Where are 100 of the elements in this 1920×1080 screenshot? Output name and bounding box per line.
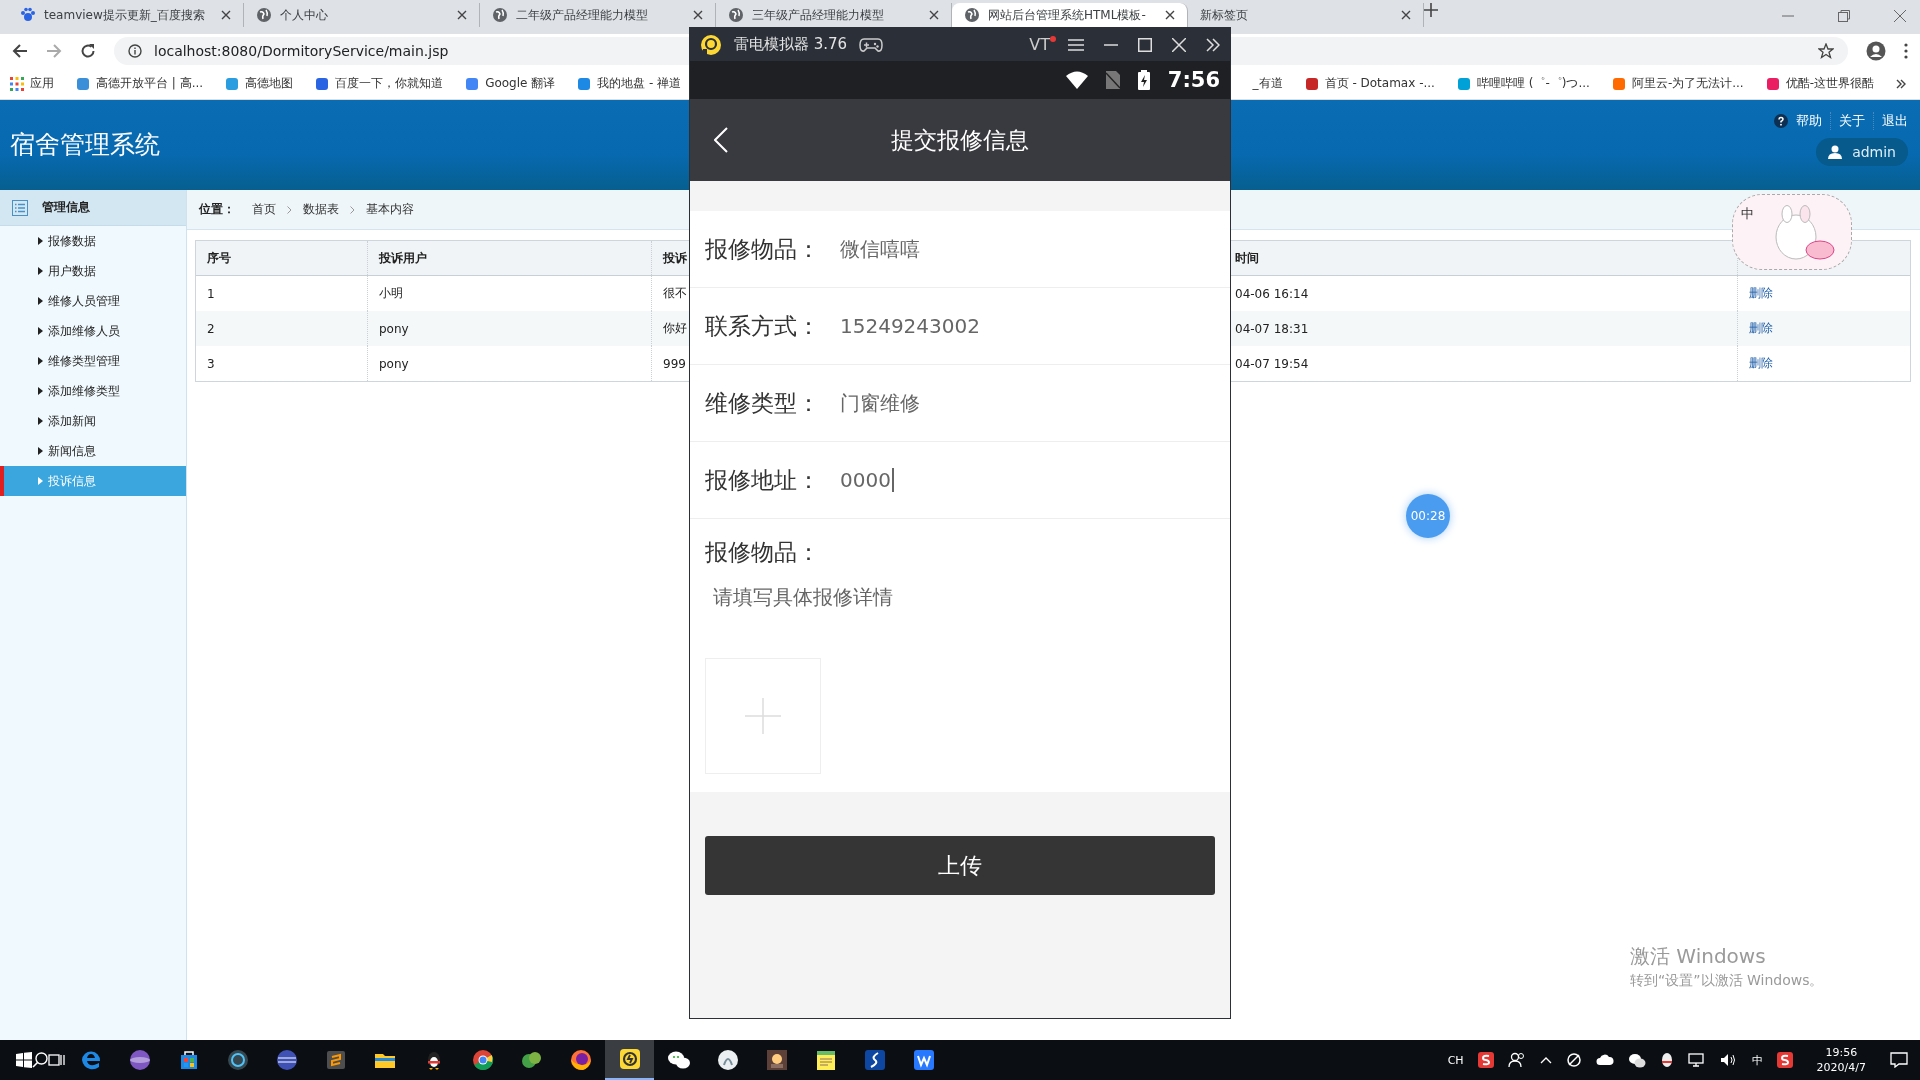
volume-icon[interactable]	[1719, 1052, 1738, 1068]
delete-link[interactable]: 删除	[1749, 355, 1773, 372]
bookmark-favicon-icon	[225, 76, 240, 91]
header-link[interactable]: 关于	[1839, 112, 1874, 130]
triangle-icon	[38, 267, 43, 275]
chrome-icon	[470, 1048, 495, 1072]
close-icon[interactable]	[1401, 10, 1411, 20]
sidebar-item[interactable]: 报修数据	[0, 226, 186, 256]
sidebar-item[interactable]: 添加维修人员	[0, 316, 186, 346]
bookmark[interactable]: 高德开放平台 | 高...	[76, 75, 204, 92]
browser-tab[interactable]: 个人中心	[244, 3, 480, 27]
input-field[interactable]: 0000	[840, 463, 1040, 497]
no-sim-icon	[1105, 71, 1120, 89]
bookmark-favicon-icon	[1304, 76, 1319, 91]
breadcrumb-link[interactable]: 数据表	[303, 201, 339, 218]
bookmark[interactable]: 高德地图	[225, 75, 294, 92]
gamepad-icon[interactable]	[859, 36, 884, 53]
sidebar-title: 管理信息	[42, 199, 90, 216]
close-icon[interactable]	[693, 10, 703, 20]
close-icon[interactable]	[457, 10, 467, 20]
back-chevron-icon[interactable]	[714, 127, 728, 153]
wifi-icon	[1065, 71, 1088, 89]
bookmark[interactable]: _有道	[1252, 75, 1283, 92]
bookmark[interactable]: 我的地盘 - 禅道	[577, 75, 682, 92]
bookmark[interactable]: 应用	[10, 75, 54, 92]
emulator-logo-icon	[700, 33, 722, 56]
delete-link[interactable]: 删除	[1749, 320, 1773, 337]
menu-icon[interactable]	[1904, 43, 1908, 59]
emulator-title: 雷电模拟器 3.76	[734, 35, 848, 54]
table-cell: 你好	[663, 320, 687, 337]
bookmark-favicon-icon	[1765, 76, 1780, 91]
windows-start-icon[interactable]	[16, 1052, 32, 1068]
restore-icon[interactable]	[1838, 9, 1850, 22]
sidebar-item[interactable]: 维修人员管理	[0, 286, 186, 316]
bookmark[interactable]: 阿里云-为了无法计...	[1611, 75, 1744, 92]
sogou-icon[interactable]	[1477, 1052, 1494, 1068]
back-icon[interactable]	[12, 43, 28, 59]
notification-icon[interactable]	[1890, 1052, 1908, 1068]
taskbar-app[interactable]	[605, 1040, 654, 1080]
profile-icon[interactable]	[1866, 41, 1886, 61]
input-field[interactable]: 门窗维修	[840, 386, 1040, 420]
ime-indicator[interactable]: CH	[1447, 1053, 1464, 1067]
close-icon[interactable]	[929, 10, 939, 20]
sidebar-item[interactable]: 添加维修类型	[0, 376, 186, 406]
vt-indicator[interactable]: VT	[1029, 35, 1056, 54]
chevron-up-icon[interactable]	[1539, 1056, 1552, 1064]
breadcrumb-label: 位置：	[199, 201, 235, 218]
sidebar-item[interactable]: 用户数据	[0, 256, 186, 286]
upload-button[interactable]: 上传	[705, 836, 1215, 895]
user-badge[interactable]: admin	[1816, 138, 1908, 166]
close-icon[interactable]	[221, 10, 231, 20]
sidebar-item[interactable]: 新闻信息	[0, 436, 186, 466]
people-icon[interactable]	[1507, 1052, 1526, 1068]
bookmark[interactable]: 首页 - Dotamax -...	[1304, 75, 1435, 92]
firefox-icon	[568, 1048, 593, 1072]
clock-date: 2020/4/7	[1816, 1060, 1866, 1075]
input-field[interactable]: 15249243002	[840, 309, 1040, 343]
language-indicator[interactable]: 中	[1751, 1052, 1763, 1068]
bookmark[interactable]: Google 翻译	[465, 75, 556, 92]
task-view-icon[interactable]	[48, 1052, 66, 1068]
menu-icon[interactable]	[1068, 38, 1084, 51]
paw-icon	[20, 7, 36, 23]
double-chevron-icon[interactable]	[1206, 37, 1220, 52]
browser-tab[interactable]: 网站后台管理系统HTML模板-	[952, 3, 1188, 27]
input-method-widget[interactable]: 中	[1732, 194, 1852, 270]
delete-link[interactable]: 删除	[1749, 285, 1773, 302]
bookmark[interactable]: 哔哩哔哩 (゜-゜)つ...	[1456, 75, 1590, 92]
taskbar-clock[interactable]: 19:56 2020/4/7	[1816, 1045, 1866, 1075]
search-icon[interactable]	[32, 1052, 48, 1068]
sidebar-item[interactable]: 添加新闻	[0, 406, 186, 436]
bookmark[interactable]: 优酷-这世界很酷	[1765, 75, 1874, 92]
chevron-icon	[350, 205, 355, 214]
field-label: 联系方式：	[705, 311, 821, 341]
column-header: 投诉用户	[368, 241, 652, 275]
chat-bubbles-icon[interactable]	[1627, 1052, 1646, 1068]
close-icon[interactable]	[1894, 9, 1906, 22]
star-icon[interactable]	[1818, 43, 1834, 59]
plus-icon[interactable]	[1424, 3, 1438, 17]
breadcrumb-link[interactable]: 首页	[252, 201, 276, 218]
table-cell: pony	[379, 356, 409, 371]
close-icon[interactable]	[1165, 10, 1175, 20]
header-link[interactable]: 退出	[1882, 112, 1908, 130]
browser-tab[interactable]: teamview提示更新_百度搜索	[8, 3, 244, 27]
network-icon[interactable]	[1687, 1052, 1706, 1068]
plus-icon	[745, 698, 781, 734]
triangle-icon	[38, 327, 43, 335]
reload-icon[interactable]	[80, 43, 96, 59]
url-text: localhost:8080/DormitoryService/main.jsp	[154, 43, 449, 59]
maximize-icon[interactable]	[1138, 37, 1152, 52]
sidebar-item[interactable]: 维修类型管理	[0, 346, 186, 376]
more-chevron-icon[interactable]	[1896, 78, 1906, 89]
header-link[interactable]: 帮助	[1796, 112, 1831, 130]
bookmark[interactable]: 百度一下，你就知道	[315, 75, 444, 92]
table-cell: 04-07 18:31	[1235, 321, 1309, 336]
sogou-icon[interactable]	[1776, 1052, 1793, 1068]
breadcrumb-link[interactable]: 基本内容	[366, 201, 414, 218]
pen-icon	[862, 1048, 887, 1072]
table-cell: 很不	[663, 285, 687, 302]
cloud-icon[interactable]	[1595, 1054, 1614, 1066]
table-cell: 小明	[379, 285, 403, 302]
